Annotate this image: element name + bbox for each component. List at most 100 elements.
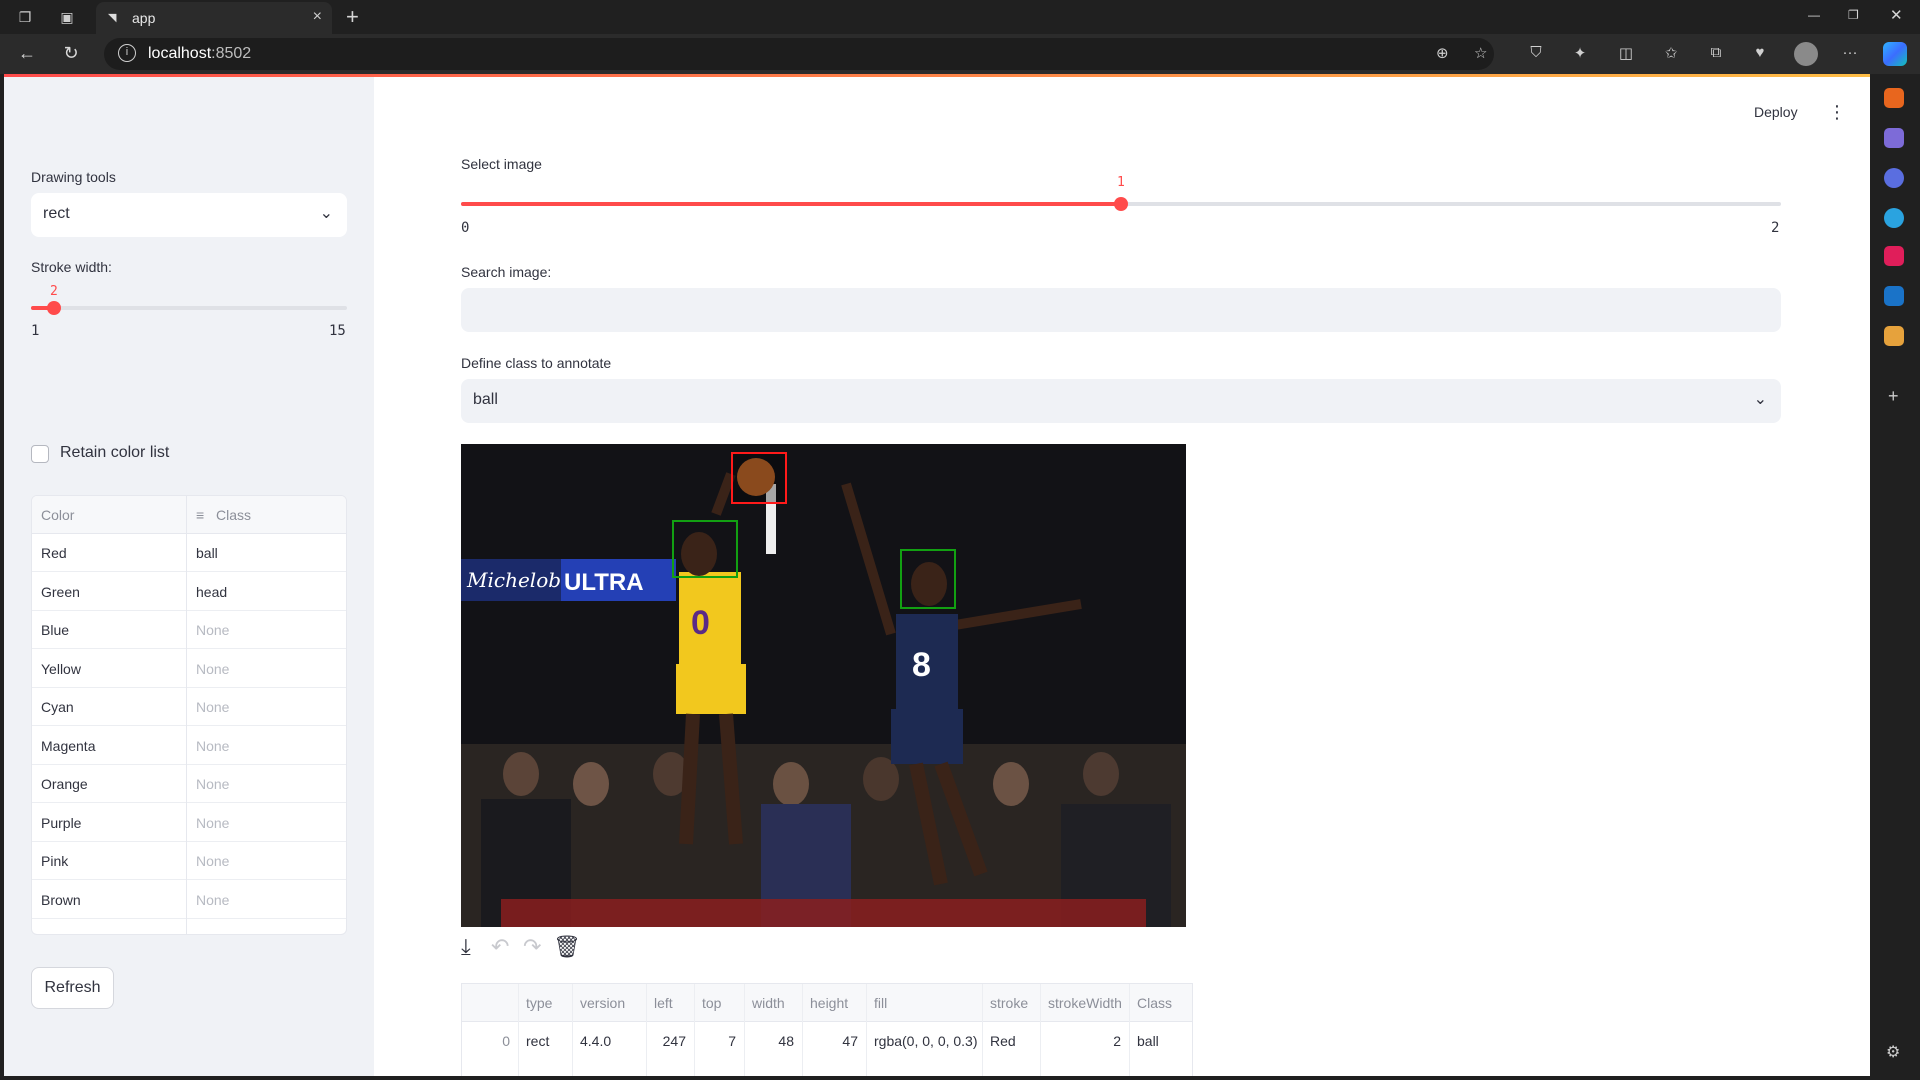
retain-color-checkbox[interactable]	[31, 445, 49, 463]
class-cell[interactable]: None	[196, 622, 229, 638]
notes-icon[interactable]	[1884, 326, 1904, 346]
table-cell[interactable]: 48	[744, 1033, 794, 1049]
table-cell[interactable]: 4.4.0	[580, 1033, 611, 1049]
table-cell[interactable]: rect	[526, 1033, 549, 1049]
class-cell[interactable]: None	[196, 776, 229, 792]
shopping-icon[interactable]	[1884, 88, 1904, 108]
color-cell[interactable]: Green	[41, 584, 80, 600]
table-row[interactable]: Pink None	[32, 842, 346, 880]
define-class-select[interactable]: ball ⌄	[461, 379, 1781, 423]
zoom-icon[interactable]: ⊕	[1436, 44, 1449, 62]
deploy-button[interactable]: Deploy	[1754, 104, 1798, 120]
table-cell[interactable]: 0	[462, 1033, 510, 1049]
table-row[interactable]: Blue None	[32, 611, 346, 649]
browser-titlebar: ❐ ▣ ◥ app × + — ❐ ✕	[0, 0, 1920, 34]
jersey-number-0: 0	[691, 604, 710, 642]
main-menu-icon[interactable]: ⋮	[1828, 102, 1846, 123]
table-cell[interactable]: 47	[802, 1033, 858, 1049]
header-color: Color	[41, 507, 75, 523]
table-row[interactable]: Cyan None	[32, 688, 346, 726]
browser-tab[interactable]: ◥ app ×	[96, 2, 332, 34]
copilot-app-icon[interactable]	[1884, 168, 1904, 188]
select-image-thumb[interactable]	[1114, 197, 1128, 211]
drawing-tools-select[interactable]: rect ⌄	[31, 193, 347, 237]
stroke-width-slider[interactable]: 2	[31, 284, 347, 315]
sidebar-settings-icon[interactable]: ⚙	[1886, 1042, 1900, 1062]
class-cell[interactable]: None	[196, 853, 229, 869]
trash-icon[interactable]: 🗑	[553, 934, 581, 960]
browser-essentials-icon[interactable]: ♥	[1750, 44, 1770, 61]
restore-icon[interactable]: ❐	[1848, 8, 1859, 22]
tab-actions-icon[interactable]: ▣	[58, 8, 76, 26]
class-cell[interactable]: None	[196, 699, 229, 715]
color-cell[interactable]: Blue	[41, 622, 69, 638]
reload-icon[interactable]: ↻	[60, 43, 82, 64]
telegram-icon[interactable]	[1884, 208, 1904, 228]
table-row[interactable]: Yellow None	[32, 650, 346, 688]
annotation-canvas[interactable]: Michelob ULTRA 0 8	[461, 444, 1186, 927]
download-icon[interactable]: ⤓	[461, 934, 471, 960]
select-image-slider[interactable]: 1	[461, 175, 1781, 211]
copilot-icon[interactable]	[1883, 42, 1907, 66]
slack-icon[interactable]	[1884, 246, 1904, 266]
stroke-width-thumb[interactable]	[47, 301, 61, 315]
class-cell[interactable]: None	[196, 815, 229, 831]
color-cell[interactable]: Purple	[41, 815, 81, 831]
color-cell[interactable]: Brown	[41, 892, 81, 908]
color-cell[interactable]: Magenta	[41, 738, 95, 754]
games-icon[interactable]	[1884, 128, 1904, 148]
color-cell[interactable]: Red	[41, 545, 67, 561]
shield-icon[interactable]: ⛉	[1526, 44, 1546, 61]
class-cell[interactable]: head	[196, 584, 227, 600]
outlook-icon[interactable]	[1884, 286, 1904, 306]
table-row[interactable]: Brown None	[32, 881, 346, 919]
table-row[interactable]: Green head	[32, 573, 346, 611]
table-row[interactable]: Red ball	[32, 534, 346, 572]
address-bar[interactable]: i localhost:8502 ⊕ ☆	[104, 38, 1494, 70]
more-menu-icon[interactable]: ···	[1840, 44, 1860, 61]
split-screen-icon[interactable]: ◫	[1616, 44, 1636, 62]
class-cell[interactable]: None	[196, 892, 229, 908]
color-cell[interactable]: Yellow	[41, 661, 81, 677]
favorites-icon[interactable]: ✩	[1661, 44, 1681, 62]
drawing-tools-value: rect	[43, 205, 70, 222]
new-tab-icon[interactable]: +	[346, 4, 359, 30]
table-cell[interactable]: 7	[694, 1033, 736, 1049]
color-class-table[interactable]: Color ≡ Class Red ball Green head Blue None Ye…	[31, 495, 347, 935]
undo-icon[interactable]: ↶	[491, 934, 509, 960]
class-cell[interactable]: None	[196, 661, 229, 677]
annotation-box-head-2[interactable]	[900, 549, 956, 609]
annotation-box-head-1[interactable]	[672, 520, 738, 578]
table-row[interactable]: Orange None	[32, 765, 346, 803]
table-row[interactable]: Purple None	[32, 804, 346, 842]
table-cell[interactable]: Red	[990, 1033, 1016, 1049]
class-cell[interactable]: None	[196, 738, 229, 754]
workspaces-icon[interactable]: ❐	[16, 8, 34, 26]
refresh-button[interactable]: Refresh	[31, 967, 114, 1009]
collections-icon[interactable]: ⧉	[1706, 44, 1726, 61]
extensions-icon[interactable]: ✦	[1570, 44, 1590, 62]
table-cell[interactable]: 2	[1040, 1033, 1121, 1049]
tab-title: app	[132, 10, 156, 26]
close-window-icon[interactable]: ✕	[1890, 6, 1903, 24]
redo-icon[interactable]: ↷	[523, 934, 541, 960]
add-sidebar-app-icon[interactable]: +	[1888, 386, 1899, 407]
annotation-box-ball[interactable]	[731, 452, 787, 504]
favorite-star-icon[interactable]: ☆	[1474, 44, 1487, 62]
table-cell[interactable]: ball	[1137, 1033, 1159, 1049]
annotations-output-table[interactable]: type version left top width height fill stroke s…	[461, 983, 1193, 1076]
search-image-input[interactable]	[461, 288, 1781, 332]
minimize-icon[interactable]: —	[1808, 8, 1820, 22]
back-icon[interactable]: ←	[16, 43, 38, 64]
color-cell[interactable]: Cyan	[41, 699, 74, 715]
class-cell[interactable]: ball	[196, 545, 218, 561]
table-cell[interactable]: 247	[646, 1033, 686, 1049]
table-cell[interactable]: rgba(0, 0, 0, 0.3)	[874, 1033, 978, 1049]
profile-avatar[interactable]	[1794, 42, 1818, 66]
table-row[interactable]: Magenta None	[32, 727, 346, 765]
color-cell[interactable]: Orange	[41, 776, 88, 792]
site-info-icon[interactable]: i	[118, 44, 136, 62]
color-cell[interactable]: Pink	[41, 853, 68, 869]
retain-color-label: Retain color list	[60, 444, 170, 461]
close-tab-icon[interactable]: ×	[313, 8, 322, 26]
